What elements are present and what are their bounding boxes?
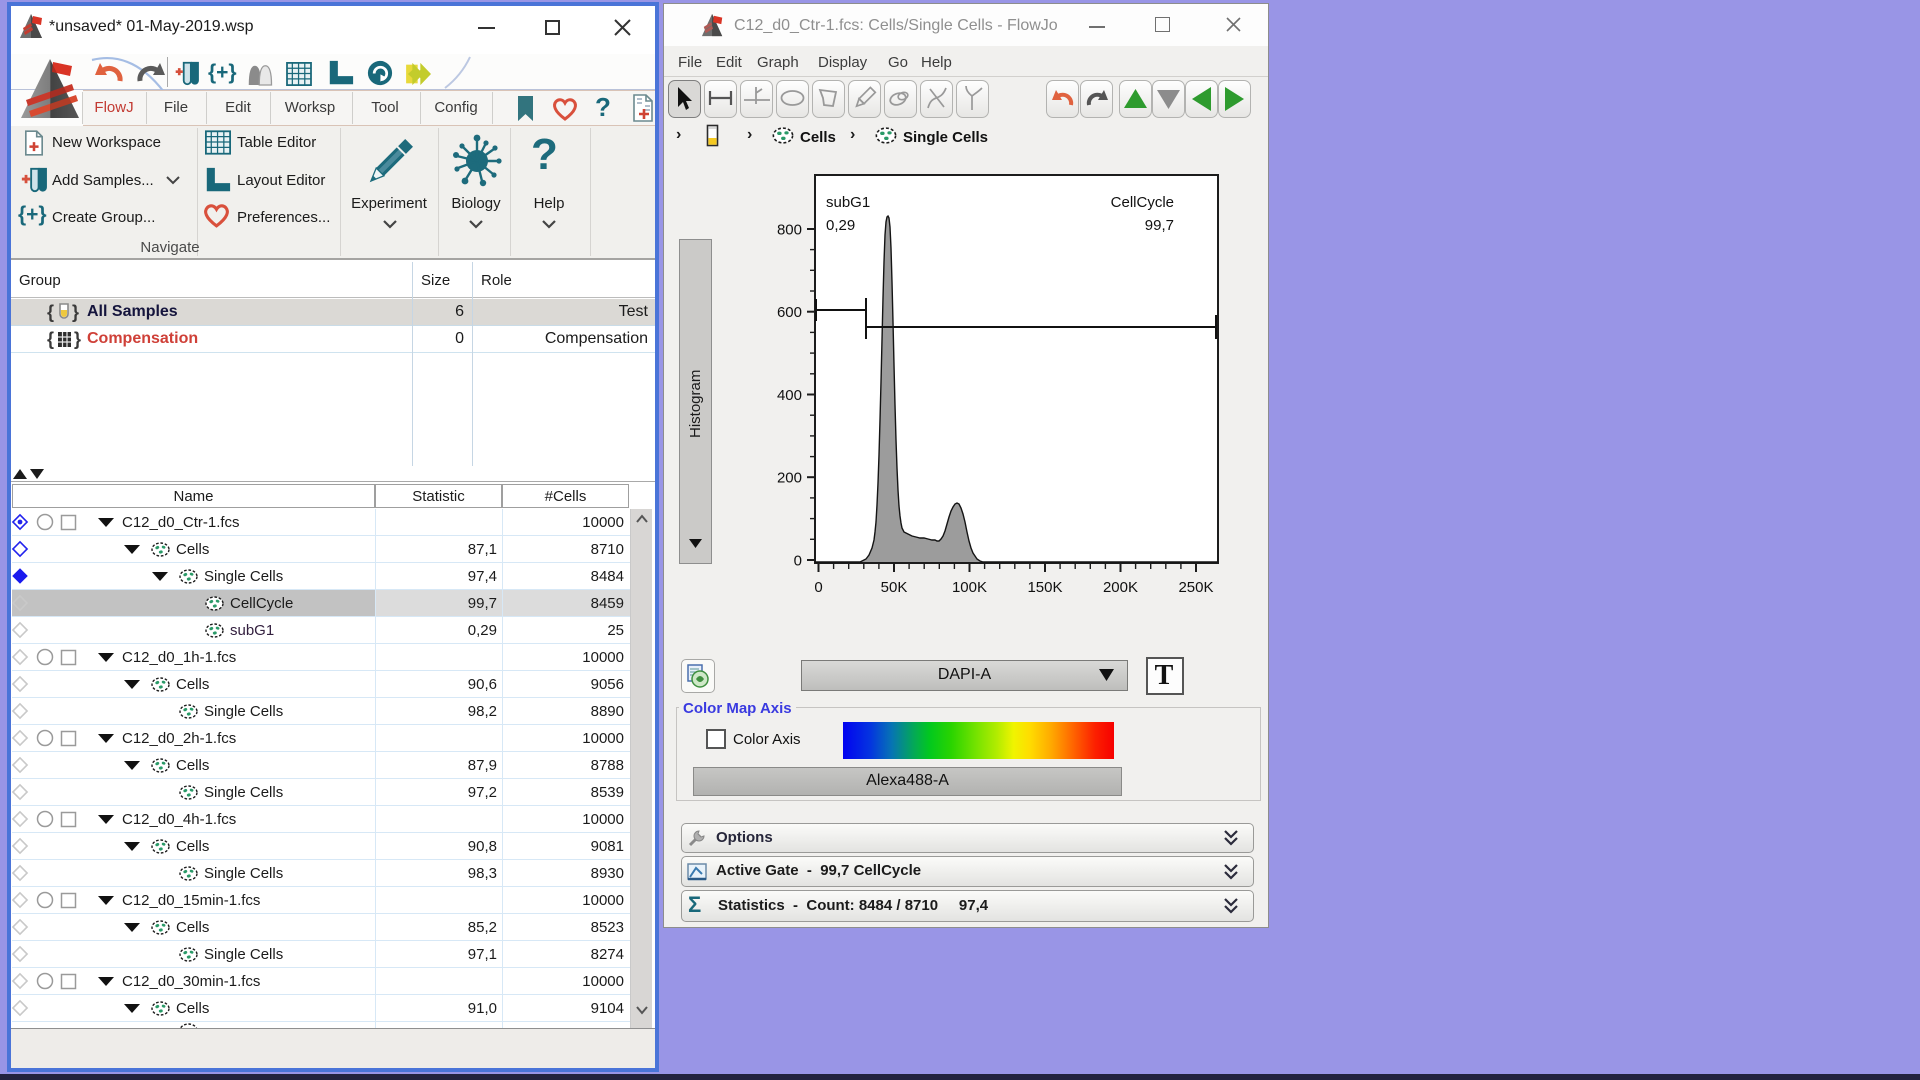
svg-text:50K: 50K xyxy=(881,579,908,596)
svg-text:150K: 150K xyxy=(1027,579,1062,596)
svg-text:subG1: subG1 xyxy=(826,194,870,211)
svg-text:800: 800 xyxy=(777,222,802,239)
svg-text:100K: 100K xyxy=(952,579,987,596)
svg-text:0: 0 xyxy=(814,579,822,596)
svg-text:200: 200 xyxy=(777,470,802,487)
svg-text:CellCycle: CellCycle xyxy=(1111,194,1174,211)
svg-text:99,7: 99,7 xyxy=(1145,217,1174,234)
svg-text:400: 400 xyxy=(777,387,802,404)
svg-text:250K: 250K xyxy=(1178,579,1213,596)
svg-text:0: 0 xyxy=(794,553,802,570)
svg-text:600: 600 xyxy=(777,304,802,321)
svg-text:200K: 200K xyxy=(1103,579,1138,596)
svg-text:0,29: 0,29 xyxy=(826,217,855,234)
